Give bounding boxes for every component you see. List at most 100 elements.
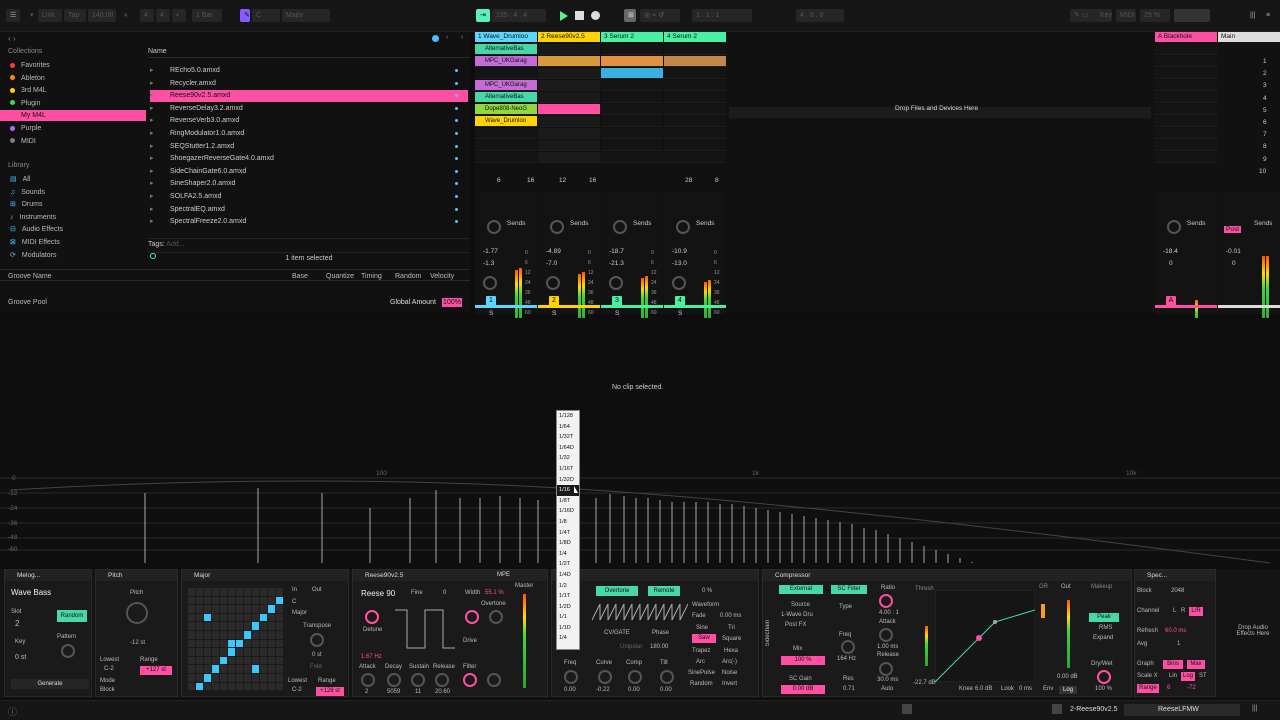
grid-cell[interactable] <box>244 665 251 673</box>
clip-slot[interactable] <box>538 116 600 127</box>
scalex-lin[interactable]: Lin <box>1169 673 1177 679</box>
grid-cell[interactable] <box>228 588 235 596</box>
grid-cell[interactable] <box>244 631 251 639</box>
grid-cell[interactable] <box>244 622 251 630</box>
clip[interactable] <box>601 56 663 66</box>
sustain-knob[interactable] <box>411 673 425 687</box>
return-clip-slot[interactable] <box>1155 92 1217 103</box>
grid-cell[interactable] <box>212 588 219 596</box>
channel-r[interactable]: R <box>1181 608 1185 614</box>
metronome-toggle[interactable]: ◐ <box>172 9 186 22</box>
midi-map-button[interactable]: MIDI <box>1116 9 1136 22</box>
grid-cell[interactable] <box>196 656 203 665</box>
volume-value[interactable]: -1.77 <box>483 248 498 255</box>
grid-cell[interactable] <box>268 613 275 622</box>
grid-cell[interactable] <box>236 674 243 682</box>
return-track-header[interactable]: A Blackhole <box>1155 32 1217 42</box>
pitch-value[interactable]: -12 st <box>130 640 145 646</box>
quantization-menu[interactable]: 1 Bar <box>192 9 222 22</box>
random-button[interactable]: Random <box>57 610 87 622</box>
return-clip-slot[interactable] <box>1155 104 1217 115</box>
grid-cell[interactable] <box>260 665 267 673</box>
sustain-value[interactable]: 11 <box>415 689 421 695</box>
knee-value[interactable]: 6.0 dB <box>975 686 992 692</box>
grid-cell[interactable] <box>252 648 259 656</box>
solo-button[interactable]: S <box>489 310 493 317</box>
transpose-value[interactable]: 0 st <box>312 652 322 658</box>
phase-value[interactable]: 180.00 <box>650 644 668 650</box>
rate-option[interactable]: 1/2 <box>557 581 579 592</box>
release-value[interactable]: 20.60 <box>435 689 450 695</box>
pan-knob[interactable] <box>672 276 686 290</box>
sc-gain-value[interactable]: 0.00 dB <box>781 685 825 694</box>
clip-slot[interactable] <box>601 92 663 103</box>
return-clip-slot[interactable] <box>1155 80 1217 91</box>
volume-value[interactable]: -18.7 <box>609 248 624 255</box>
name-column-header[interactable]: Name <box>148 48 470 58</box>
file-item[interactable]: ▸ RingModulator1.0.amxd <box>150 128 468 140</box>
metronome-icon[interactable]: ⏸ <box>120 9 132 22</box>
grid-cell[interactable] <box>252 674 259 682</box>
grid-cell[interactable] <box>260 656 267 665</box>
grid-cell[interactable] <box>204 588 211 596</box>
key-value[interactable]: 0 st <box>15 654 26 661</box>
grid-cell[interactable] <box>204 682 211 691</box>
rate-option[interactable]: 1/1 <box>557 612 579 623</box>
postfx-value[interactable]: Post FX <box>785 622 806 628</box>
source-value[interactable]: 1-Wave Dru <box>781 612 813 618</box>
pan-knob[interactable] <box>546 276 560 290</box>
grid-cell[interactable] <box>228 639 235 648</box>
grid-cell[interactable] <box>204 648 211 656</box>
collection-item[interactable]: Purple <box>10 123 41 134</box>
slot-value[interactable]: 2 <box>15 619 19 628</box>
grid-cell[interactable] <box>268 622 275 630</box>
clip-slot[interactable] <box>475 68 537 79</box>
grid-cell[interactable] <box>260 648 267 656</box>
rate-option[interactable]: 1/4 <box>557 549 579 560</box>
clip-slot[interactable] <box>664 68 726 79</box>
collection-item[interactable]: Favorites <box>10 60 50 71</box>
return-clip-slot[interactable] <box>1155 152 1217 163</box>
drywet-knob[interactable] <box>1097 670 1111 684</box>
library-item[interactable]: ⟳ Modulators <box>10 250 57 261</box>
preview-icon[interactable] <box>150 253 156 259</box>
collection-item[interactable]: MIDI <box>10 136 36 147</box>
file-item[interactable]: ▸ Reese90v2.5.amxd <box>150 90 468 103</box>
mode-value[interactable]: Block <box>100 687 115 693</box>
sc-freq-knob[interactable] <box>841 640 855 654</box>
rate-option[interactable]: 1/8D <box>557 538 579 549</box>
grid-cell[interactable] <box>204 596 211 605</box>
meter-icon[interactable]: ||| <box>1252 705 1257 712</box>
grid-cell[interactable] <box>196 605 203 613</box>
draw-mode-icons[interactable]: ✎ ▭ <box>1070 9 1098 22</box>
grid-cell[interactable] <box>196 588 203 596</box>
range-max[interactable]: -72 <box>1187 685 1196 691</box>
grid-cell[interactable] <box>204 674 211 682</box>
grid-cell[interactable] <box>188 588 195 596</box>
grid-cell[interactable] <box>260 605 267 613</box>
grid-cell[interactable] <box>268 682 275 691</box>
wave-arc-neg[interactable]: Arc(-) <box>722 659 737 665</box>
scene-number[interactable]: 6 <box>1263 119 1267 126</box>
rate-option[interactable]: 1/16D <box>557 506 579 517</box>
graph-bins[interactable]: Bins <box>1163 660 1183 669</box>
grid-cell[interactable] <box>276 674 283 682</box>
scene-number[interactable]: 2 <box>1263 70 1267 77</box>
channel-lr[interactable]: L/R <box>1189 607 1203 616</box>
clip[interactable] <box>538 104 600 114</box>
loop-start[interactable]: 1 . 1 . 1 <box>692 9 752 22</box>
grid-cell[interactable] <box>276 682 283 691</box>
scalex-log[interactable]: Log <box>1181 672 1195 681</box>
expand-arrow-icon[interactable]: ▸ <box>150 166 154 178</box>
lfo-rate-value[interactable]: 1.67 Hz <box>361 654 382 660</box>
grid-cell[interactable] <box>252 656 259 665</box>
grid-cell[interactable] <box>220 613 227 622</box>
file-item[interactable]: ▸ ReverseDelay3.2.amxd <box>150 103 468 115</box>
lowest-value[interactable]: C-2 <box>104 666 114 672</box>
selected-track-name[interactable]: 2-Reese90v2.5 <box>1070 706 1117 713</box>
return-clip-slot[interactable] <box>1155 128 1217 139</box>
grid-cell[interactable] <box>252 596 259 605</box>
pitch-knob[interactable] <box>126 602 148 624</box>
clip-slot[interactable] <box>664 92 726 103</box>
grid-cell[interactable] <box>196 682 203 691</box>
